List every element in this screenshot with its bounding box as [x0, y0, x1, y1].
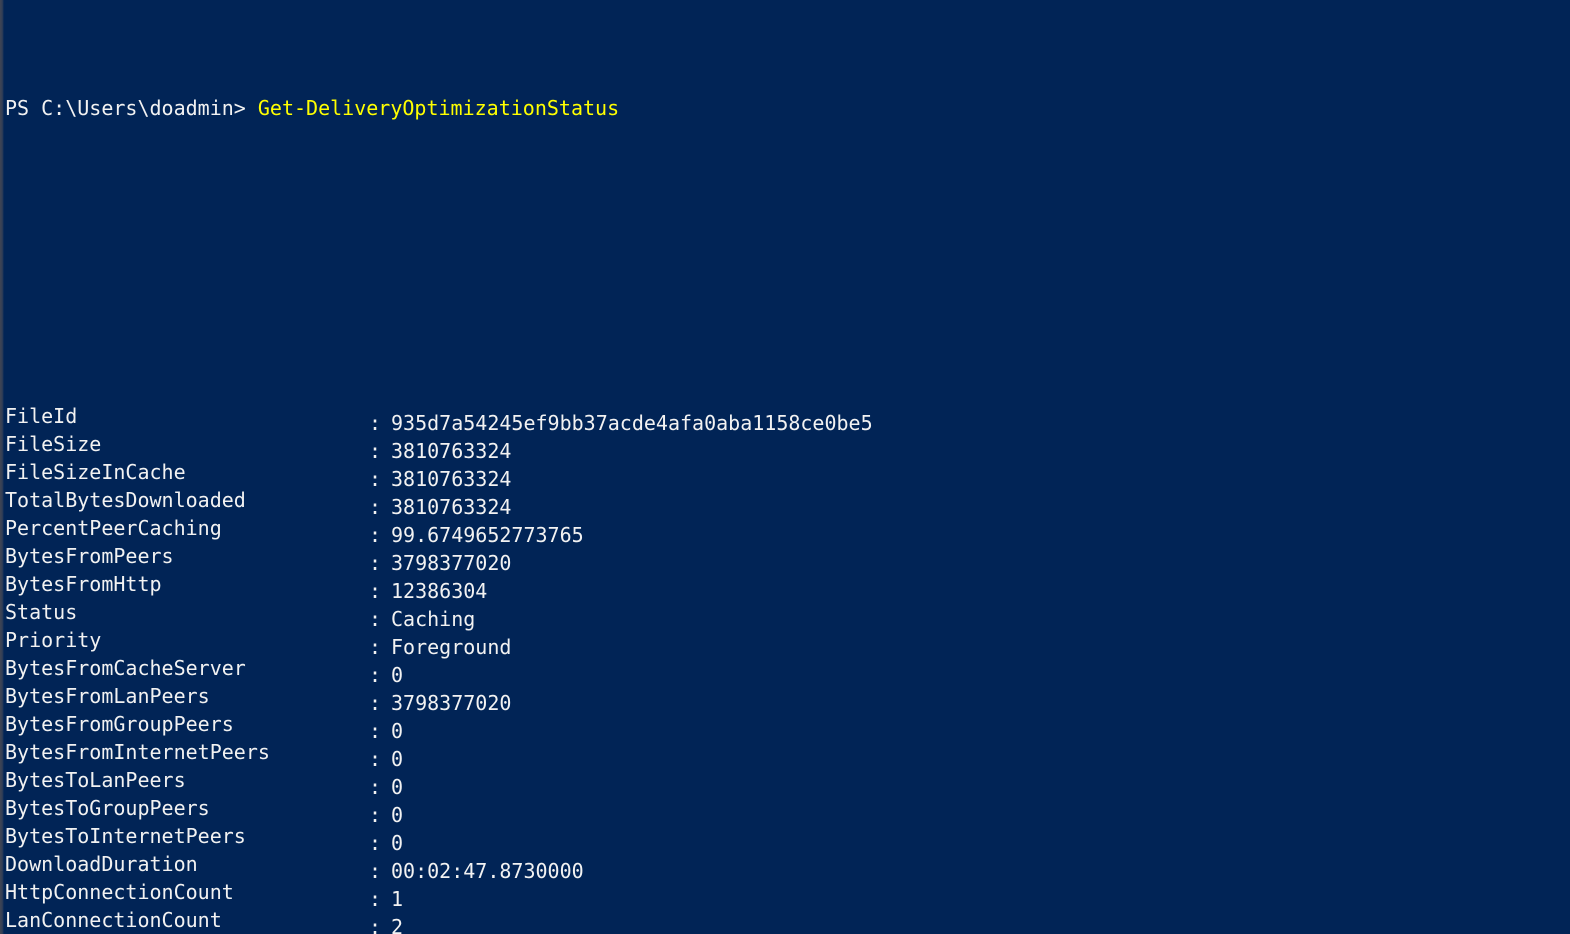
property-row: BytesFromInternetPeers:0 [5, 738, 1570, 771]
property-row: FileSizeInCache:3810763324 [5, 458, 1570, 491]
window-left-edge [0, 0, 4, 934]
property-name: BytesFromCacheServer [5, 656, 246, 680]
prompt-prefix: PS C:\Users\doadmin> [5, 96, 258, 120]
property-row: HttpConnectionCount:1 [5, 878, 1570, 911]
property-name: BytesToInternetPeers [5, 824, 246, 848]
property-name: LanConnectionCount [5, 908, 222, 932]
property-row: Priority: Foreground [5, 626, 1570, 659]
property-name: BytesFromLanPeers [5, 684, 210, 708]
property-name: FileSize [5, 432, 102, 456]
property-row: FileId:935d7a54245ef9bb37acde4afa0aba115… [5, 402, 1570, 435]
prompt-line: PS C:\Users\doadmin> Get-DeliveryOptimiz… [5, 94, 1570, 122]
property-name: TotalBytesDownloaded [5, 488, 246, 512]
property-row: LanConnectionCount:2 [5, 906, 1570, 934]
property-name: DownloadDuration [5, 852, 198, 876]
property-value: 3798377020 [391, 691, 512, 715]
property-row: BytesFromHttp:12386304 [5, 570, 1570, 603]
property-name: BytesFromHttp [5, 572, 162, 596]
property-row: DownloadDuration:00:02:47.8730000 [5, 850, 1570, 883]
property-row: BytesFromCacheServer:0 [5, 654, 1570, 687]
property-row: BytesToLanPeers:0 [5, 766, 1570, 799]
property-separator: : [369, 915, 382, 934]
property-row: BytesFromPeers:3798377020 [5, 542, 1570, 575]
terminal-screen: PS C:\Users\doadmin> Get-DeliveryOptimiz… [5, 10, 1570, 934]
property-row: BytesFromLanPeers:3798377020 [5, 682, 1570, 715]
property-row: TotalBytesDownloaded:3810763324 [5, 486, 1570, 519]
property-value: 00:02:47.8730000 [391, 859, 584, 883]
property-row: PercentPeerCaching:99.6749652773765 [5, 514, 1570, 547]
property-row: BytesToInternetPeers:0 [5, 822, 1570, 855]
property-row: BytesToGroupPeers:0 [5, 794, 1570, 827]
property-name: BytesFromPeers [5, 544, 174, 568]
property-name: Priority [5, 628, 102, 652]
property-name: BytesFromInternetPeers [5, 740, 270, 764]
property-name: PercentPeerCaching [5, 516, 222, 540]
property-name: BytesToLanPeers [5, 768, 186, 792]
powershell-terminal[interactable]: PS C:\Users\doadmin> Get-DeliveryOptimiz… [0, 0, 1570, 934]
property-name: FileSizeInCache [5, 460, 186, 484]
property-name: BytesFromGroupPeers [5, 712, 234, 736]
command-text: Get-DeliveryOptimizationStatus [257, 96, 620, 120]
property-name: HttpConnectionCount [5, 880, 234, 904]
property-value: 2 [391, 915, 404, 934]
property-value: Foreground [391, 635, 512, 659]
property-name: FileId [5, 404, 78, 428]
property-name: BytesToGroupPeers [5, 796, 210, 820]
property-name: Status [5, 600, 78, 624]
property-list: FileId:935d7a54245ef9bb37acde4afa0aba115… [5, 402, 1570, 934]
property-row: Status: Caching [5, 598, 1570, 631]
property-row: BytesFromGroupPeers:0 [5, 710, 1570, 743]
